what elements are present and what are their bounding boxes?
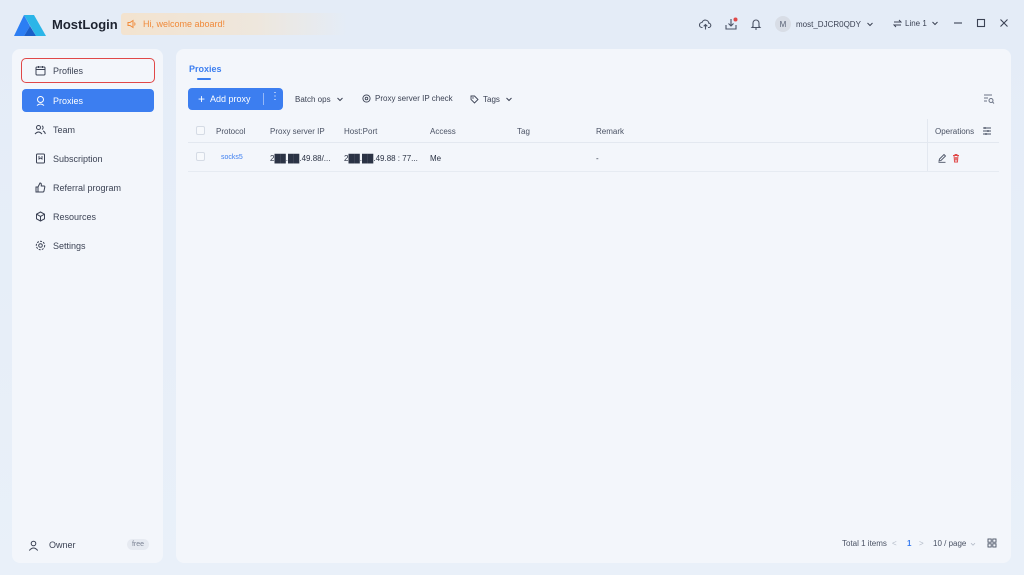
sidebar-item-label: Resources — [53, 211, 97, 222]
team-icon — [34, 124, 46, 136]
page-size-select[interactable]: 10 / page — [933, 539, 977, 548]
column-settings-icon[interactable] — [982, 126, 992, 136]
delete-icon[interactable] — [951, 153, 961, 163]
target-icon — [362, 94, 371, 103]
owner-label: Owner — [49, 540, 76, 550]
pagination-total: Total 1 items — [842, 539, 887, 548]
table-header: Protocol Proxy server IP Host:Port Acces… — [188, 119, 999, 171]
avatar: M — [775, 16, 791, 32]
button-divider — [263, 93, 264, 105]
close-button[interactable] — [996, 15, 1012, 31]
sidebar-item-label: Profiles — [53, 65, 84, 76]
swap-icon — [893, 19, 902, 27]
subscription-icon — [34, 153, 46, 165]
line-selector[interactable]: Line 1 — [893, 18, 940, 28]
main-panel: Proxies + Add proxy ⋮ Batch ops Proxy se… — [176, 49, 1011, 563]
proxy-icon — [34, 95, 46, 107]
download-icon[interactable] — [723, 16, 739, 32]
header-remark[interactable]: Remark — [596, 127, 624, 136]
title-bar: MostLogin Hi, welcome aboard! M most_DJC… — [0, 0, 1024, 48]
page-number-button[interactable]: 1 — [907, 539, 911, 548]
more-vertical-icon[interactable]: ⋮ — [270, 91, 280, 102]
header-tag[interactable]: Tag — [517, 127, 530, 136]
gear-icon — [34, 240, 46, 252]
table-row[interactable]: socks5 2██.██.49.88/... 2██.██.49.88 : 7… — [188, 144, 999, 172]
app-window: MostLogin Hi, welcome aboard! M most_DJC… — [0, 0, 1024, 575]
bell-icon[interactable] — [748, 16, 764, 32]
tab-underline — [197, 78, 211, 80]
chevron-down-icon — [506, 97, 512, 102]
add-proxy-button[interactable]: + Add proxy ⋮ — [188, 88, 283, 110]
plan-badge: free — [126, 539, 149, 550]
batch-ops-dropdown[interactable]: Batch ops — [295, 94, 345, 104]
plus-icon: + — [198, 92, 206, 106]
prev-page-button[interactable]: < — [892, 539, 897, 548]
sidebar-item-label: Proxies — [53, 95, 84, 106]
header-operations: Operations — [935, 127, 975, 136]
sidebar-item-label: Settings — [53, 240, 86, 251]
page-size-label: 10 / page — [933, 539, 967, 548]
tab-proxies[interactable]: Proxies — [189, 64, 222, 74]
row-checkbox[interactable] — [196, 152, 205, 161]
header-access[interactable]: Access — [430, 127, 456, 136]
next-page-button[interactable]: > — [919, 539, 924, 548]
user-icon — [28, 539, 40, 551]
sidebar-item-proxies[interactable]: Proxies — [22, 89, 154, 112]
speaker-icon — [127, 19, 136, 29]
select-all-checkbox[interactable] — [196, 126, 205, 135]
welcome-notice: Hi, welcome aboard! — [121, 13, 347, 35]
tags-label: Tags — [483, 94, 500, 104]
search-filter-icon[interactable] — [983, 93, 995, 105]
header-protocol[interactable]: Protocol — [216, 127, 245, 136]
minimize-button[interactable] — [950, 15, 966, 31]
thumbs-up-icon — [34, 182, 46, 194]
notice-text: Hi, welcome aboard! — [143, 19, 226, 29]
ip-check-button[interactable]: Proxy server IP check — [362, 94, 453, 103]
maximize-icon — [976, 18, 986, 28]
cell-proxy-server-ip: 2██.██.49.88/... — [270, 154, 331, 163]
edit-icon[interactable] — [937, 153, 947, 163]
calendar-icon — [34, 65, 46, 77]
sidebar-item-profiles[interactable]: Profiles — [21, 58, 155, 83]
grid-view-icon[interactable] — [987, 538, 997, 548]
chevron-down-icon — [931, 21, 938, 26]
sidebar-item-label: Subscription — [53, 153, 103, 164]
ip-check-label: Proxy server IP check — [375, 94, 453, 103]
owner-row[interactable]: Owner free — [20, 534, 155, 556]
sidebar-item-label: Referral program — [53, 182, 122, 193]
cell-protocol[interactable]: socks5 — [221, 154, 243, 161]
chevron-down-icon — [336, 97, 343, 102]
cube-icon — [34, 211, 46, 223]
chevron-down-icon — [971, 542, 976, 546]
maximize-button[interactable] — [973, 15, 989, 31]
cell-access: Me — [430, 154, 442, 163]
mostlogin-logo-icon — [14, 15, 46, 36]
sidebar-item-settings[interactable]: Settings — [22, 234, 154, 257]
header-host-port[interactable]: Host:Port — [344, 127, 377, 136]
sync-cloud-icon[interactable] — [697, 16, 713, 32]
batch-ops-label: Batch ops — [295, 94, 331, 104]
sidebar-item-team[interactable]: Team — [22, 118, 154, 141]
sidebar-item-subscription[interactable]: Subscription — [22, 147, 154, 170]
line-label: Line 1 — [905, 18, 927, 28]
cell-remark: - — [596, 154, 599, 163]
sidebar: Profiles Proxies Team Subscription Refer… — [12, 49, 163, 563]
chevron-down-icon — [867, 22, 873, 27]
tags-dropdown[interactable]: Tags — [470, 94, 514, 104]
close-icon — [1000, 19, 1008, 27]
app-title: MostLogin — [52, 17, 118, 32]
tag-icon — [470, 95, 479, 104]
sidebar-item-resources[interactable]: Resources — [22, 205, 154, 228]
user-menu[interactable]: M most_DJCR0QDY — [775, 15, 875, 33]
sidebar-item-label: Team — [53, 124, 76, 135]
sidebar-item-referral-program[interactable]: Referral program — [22, 176, 154, 199]
minimize-icon — [954, 22, 962, 24]
header-proxy-server-ip[interactable]: Proxy server IP — [270, 127, 325, 136]
add-proxy-label: Add proxy — [210, 94, 251, 104]
cell-host-port: 2██.██.49.88 : 77... — [344, 154, 418, 163]
username: most_DJCR0QDY — [796, 19, 861, 29]
